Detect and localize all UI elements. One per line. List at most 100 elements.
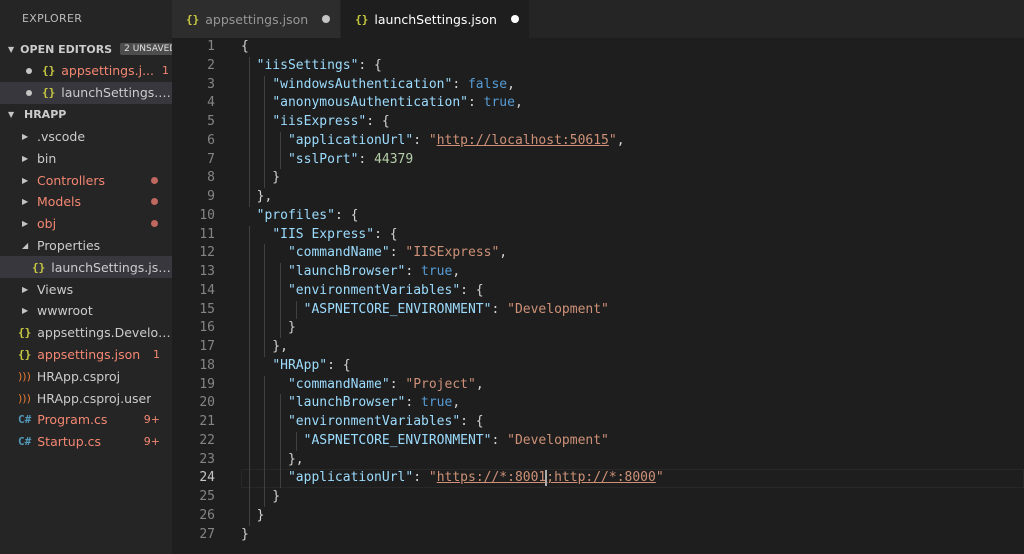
tree-item-label: appsettings.json <box>37 346 141 362</box>
tree-folder-properties[interactable]: ◢ Properties <box>0 235 172 257</box>
tree-file-hrapp-csproj[interactable]: ))) HRApp.csproj <box>0 365 172 387</box>
tree-item-label: launchSettings.json <box>51 259 172 275</box>
code-line[interactable]: 20 "launchBrowser": true, <box>172 394 1024 413</box>
tree-folder-controllers[interactable]: ▶ Controllers <box>0 169 172 191</box>
line-number: 24 <box>199 470 215 486</box>
line-number: 2 <box>207 57 215 73</box>
code-line[interactable]: 16 } <box>172 319 1024 338</box>
json-file-icon: {} <box>355 12 369 26</box>
code-line[interactable]: 22 "ASPNETCORE_ENVIRONMENT": "Developmen… <box>172 432 1024 451</box>
chevron-right-icon: ▶ <box>22 219 29 229</box>
problem-count-badge: 9+ <box>143 435 160 449</box>
code-line[interactable]: 6 "applicationUrl": "http://localhost:50… <box>172 132 1024 151</box>
open-editor-launchsettings[interactable]: {} launchSettings.js... <box>0 81 172 104</box>
code-line[interactable]: 26 } <box>172 507 1024 526</box>
tree-folder-views[interactable]: ▶ Views <box>0 278 172 300</box>
code-text: "commandName": "Project", <box>241 376 484 395</box>
modified-dot-icon <box>151 198 158 206</box>
unsaved-dot-icon[interactable] <box>322 15 331 23</box>
unsaved-badge: 2 UNSAVED <box>120 43 172 55</box>
chevron-down-icon: ▼ <box>8 44 15 54</box>
line-number: 18 <box>199 357 215 373</box>
tree-folder-wwwroot[interactable]: ▶ wwwroot <box>0 300 172 322</box>
line-number: 26 <box>199 507 215 523</box>
tab-appsettings[interactable]: {} appsettings.json <box>172 0 342 38</box>
tree-folder-vscode[interactable]: ▶ .vscode <box>0 126 172 148</box>
code-line[interactable]: 17 }, <box>172 338 1024 357</box>
tree-item-label: Properties <box>37 237 101 253</box>
tree-folder-bin[interactable]: ▶ bin <box>0 147 172 169</box>
tree-folder-obj[interactable]: ▶ obj <box>0 213 172 235</box>
code-line[interactable]: 9 }, <box>172 188 1024 207</box>
code-token: : { <box>327 357 351 373</box>
code-editor[interactable]: 1{2 "iisSettings": {3 "windowsAuthentica… <box>172 38 1024 544</box>
code-token: } <box>241 170 281 186</box>
code-line[interactable]: 12 "commandName": "IISExpress", <box>172 244 1024 263</box>
code-line[interactable]: 8 } <box>172 169 1024 188</box>
code-line[interactable]: 11 "IIS Express": { <box>172 226 1024 245</box>
indent-guide <box>264 75 266 188</box>
code-line[interactable]: 15 "ASPNETCORE_ENVIRONMENT": "Developmen… <box>172 301 1024 320</box>
json-file-icon: {} <box>186 12 200 26</box>
code-token: 44379 <box>374 151 414 167</box>
tab-launchsettings[interactable]: {} launchSettings.json <box>341 0 530 38</box>
explorer-title: EXPLORER <box>22 12 83 25</box>
tab-bar: {} appsettings.json {} launchSettings.js… <box>172 0 1024 38</box>
code-token: } <box>241 489 281 504</box>
code-line[interactable]: 3 "windowsAuthentication": false, <box>172 76 1024 95</box>
project-header[interactable]: ▼ HRAPP <box>0 104 172 126</box>
code-token: http://localhost:50615 <box>436 132 609 148</box>
line-number: 22 <box>199 432 215 448</box>
code-line[interactable]: 5 "iisExpress": { <box>172 113 1024 132</box>
code-line[interactable]: 4 "anonymousAuthentication": true, <box>172 94 1024 113</box>
tree-file-appsettings-development[interactable]: {} appsettings.Develop... <box>0 322 172 344</box>
code-token: " <box>428 470 437 486</box>
code-line[interactable]: 10 "profiles": { <box>172 207 1024 226</box>
open-editor-appsettings[interactable]: {} appsettings.j... 1 <box>0 60 172 82</box>
open-editors-label: OPEN EDITORS <box>20 42 113 56</box>
code-token: : { <box>460 282 484 298</box>
code-line[interactable]: 2 "iisSettings": { <box>172 57 1024 76</box>
modified-dot-icon <box>151 220 158 228</box>
line-number: 13 <box>199 264 215 279</box>
code-line[interactable]: 23 }, <box>172 451 1024 470</box>
code-line[interactable]: 21 "environmentVariables": { <box>172 413 1024 432</box>
tree-file-appsettings[interactable]: {} appsettings.json 1 <box>0 344 172 366</box>
code-line[interactable]: 24 "applicationUrl": "https://*:8001;htt… <box>172 469 1024 488</box>
indent-guide <box>264 244 266 357</box>
code-token: "profiles" <box>256 207 335 223</box>
tree-file-launchsettings[interactable]: {} launchSettings.json <box>0 256 172 279</box>
unsaved-dot-icon[interactable] <box>510 15 519 23</box>
code-token: "environmentVariables" <box>287 282 461 298</box>
code-token: : <box>358 151 375 167</box>
line-number: 11 <box>199 226 215 242</box>
code-token: }, <box>241 451 304 467</box>
json-file-icon: {} <box>42 64 56 78</box>
code-line[interactable]: 14 "environmentVariables": { <box>172 282 1024 301</box>
indent-guide <box>264 375 266 507</box>
tree-file-startup-cs[interactable]: C# Startup.cs 9+ <box>0 431 172 453</box>
code-line[interactable]: 27} <box>172 526 1024 545</box>
code-line[interactable]: 7 "sslPort": 44379 <box>172 151 1024 170</box>
tree-file-hrapp-csproj-user[interactable]: ))) HRApp.csproj.user <box>0 387 172 409</box>
code-line[interactable]: 25 } <box>172 488 1024 507</box>
code-line[interactable]: 1{ <box>172 38 1024 57</box>
line-number: 25 <box>199 489 215 504</box>
code-line[interactable]: 19 "commandName": "Project", <box>172 376 1024 395</box>
indent-guide <box>280 131 282 170</box>
tree-item-label: bin <box>37 150 57 166</box>
tab-label: launchSettings.json <box>374 11 497 27</box>
tree-item-label: Program.cs <box>37 412 108 428</box>
code-text: "launchBrowser": true, <box>241 394 460 413</box>
unsaved-dot-icon[interactable] <box>26 67 32 74</box>
tree-file-program-cs[interactable]: C# Program.cs 9+ <box>0 409 172 431</box>
code-token: "Project" <box>405 376 476 392</box>
unsaved-dot-icon[interactable] <box>26 89 32 96</box>
open-editors-header[interactable]: ▼ OPEN EDITORS 2 UNSAVED <box>0 38 172 60</box>
code-token: true <box>421 264 453 279</box>
code-line[interactable]: 13 "launchBrowser": true, <box>172 263 1024 282</box>
code-text: "HRApp": { <box>241 357 351 376</box>
json-file-icon: {} <box>18 347 32 361</box>
code-line[interactable]: 18 "HRApp": { <box>172 357 1024 376</box>
tree-folder-models[interactable]: ▶ Models <box>0 191 172 213</box>
